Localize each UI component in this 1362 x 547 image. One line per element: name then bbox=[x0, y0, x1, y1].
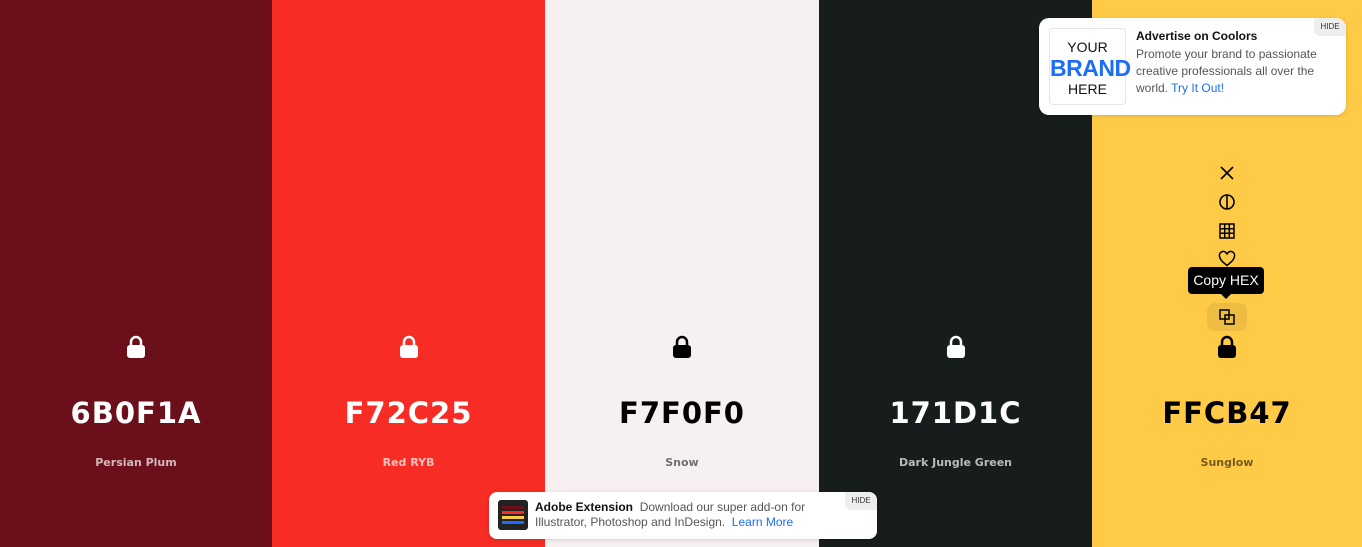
color-name[interactable]: Persian Plum bbox=[0, 456, 272, 469]
ad-title: Advertise on Coolors bbox=[1136, 29, 1258, 43]
lock-icon[interactable] bbox=[398, 335, 420, 359]
learn-more-link[interactable]: Learn More bbox=[732, 515, 793, 529]
lock-icon[interactable] bbox=[671, 335, 693, 359]
hide-ad-button[interactable]: HIDE bbox=[1314, 18, 1346, 36]
color-column-persian-plum[interactable]: 6B0F1A Persian Plum bbox=[0, 0, 272, 547]
ad-text: Promote your brand to passionate creativ… bbox=[1136, 47, 1317, 95]
hex-code[interactable]: F7F0F0 bbox=[545, 396, 819, 430]
hex-code[interactable]: FFCB47 bbox=[1092, 396, 1362, 430]
advertise-card: YOUR BRAND HERE Advertise on Coolors Pro… bbox=[1039, 18, 1346, 115]
brand-line-2: BRAND bbox=[1050, 55, 1131, 81]
adobe-extension-banner: Adobe Extension Download our super add-o… bbox=[489, 492, 877, 539]
adobe-extension-thumbnail bbox=[498, 500, 528, 530]
brand-placeholder-logo[interactable]: YOUR BRAND HERE bbox=[1049, 28, 1131, 105]
grid-icon[interactable] bbox=[1217, 221, 1237, 241]
lock-icon[interactable] bbox=[125, 335, 147, 359]
color-column-snow[interactable]: F7F0F0 Snow bbox=[545, 0, 819, 547]
brand-line-1: YOUR bbox=[1067, 39, 1108, 55]
copy-icon bbox=[1219, 309, 1235, 325]
try-it-out-link[interactable]: Try It Out! bbox=[1171, 81, 1224, 95]
hide-extension-button[interactable]: HIDE bbox=[845, 492, 877, 510]
hex-code[interactable]: 6B0F1A bbox=[0, 396, 272, 430]
lock-icon[interactable] bbox=[945, 335, 967, 359]
lock-icon[interactable] bbox=[1216, 335, 1238, 359]
extension-text: Adobe Extension Download our super add-o… bbox=[535, 500, 835, 530]
extension-title: Adobe Extension bbox=[535, 500, 634, 514]
color-name[interactable]: Red RYB bbox=[272, 456, 545, 469]
brand-line-3: HERE bbox=[1068, 81, 1107, 97]
color-name[interactable]: Sunglow bbox=[1092, 456, 1362, 469]
copy-hex-button[interactable] bbox=[1207, 303, 1247, 331]
hex-code[interactable]: F72C25 bbox=[272, 396, 545, 430]
color-name[interactable]: Dark Jungle Green bbox=[819, 456, 1092, 469]
copy-hex-tooltip: Copy HEX bbox=[1188, 267, 1264, 299]
close-icon[interactable] bbox=[1217, 163, 1237, 183]
contrast-icon[interactable] bbox=[1217, 192, 1237, 212]
ad-body: Promote your brand to passionate creativ… bbox=[1136, 46, 1341, 97]
color-name[interactable]: Snow bbox=[545, 456, 819, 469]
heart-icon[interactable] bbox=[1217, 249, 1237, 269]
color-column-red-ryb[interactable]: F72C25 Red RYB bbox=[272, 0, 545, 547]
hex-code[interactable]: 171D1C bbox=[819, 396, 1092, 430]
